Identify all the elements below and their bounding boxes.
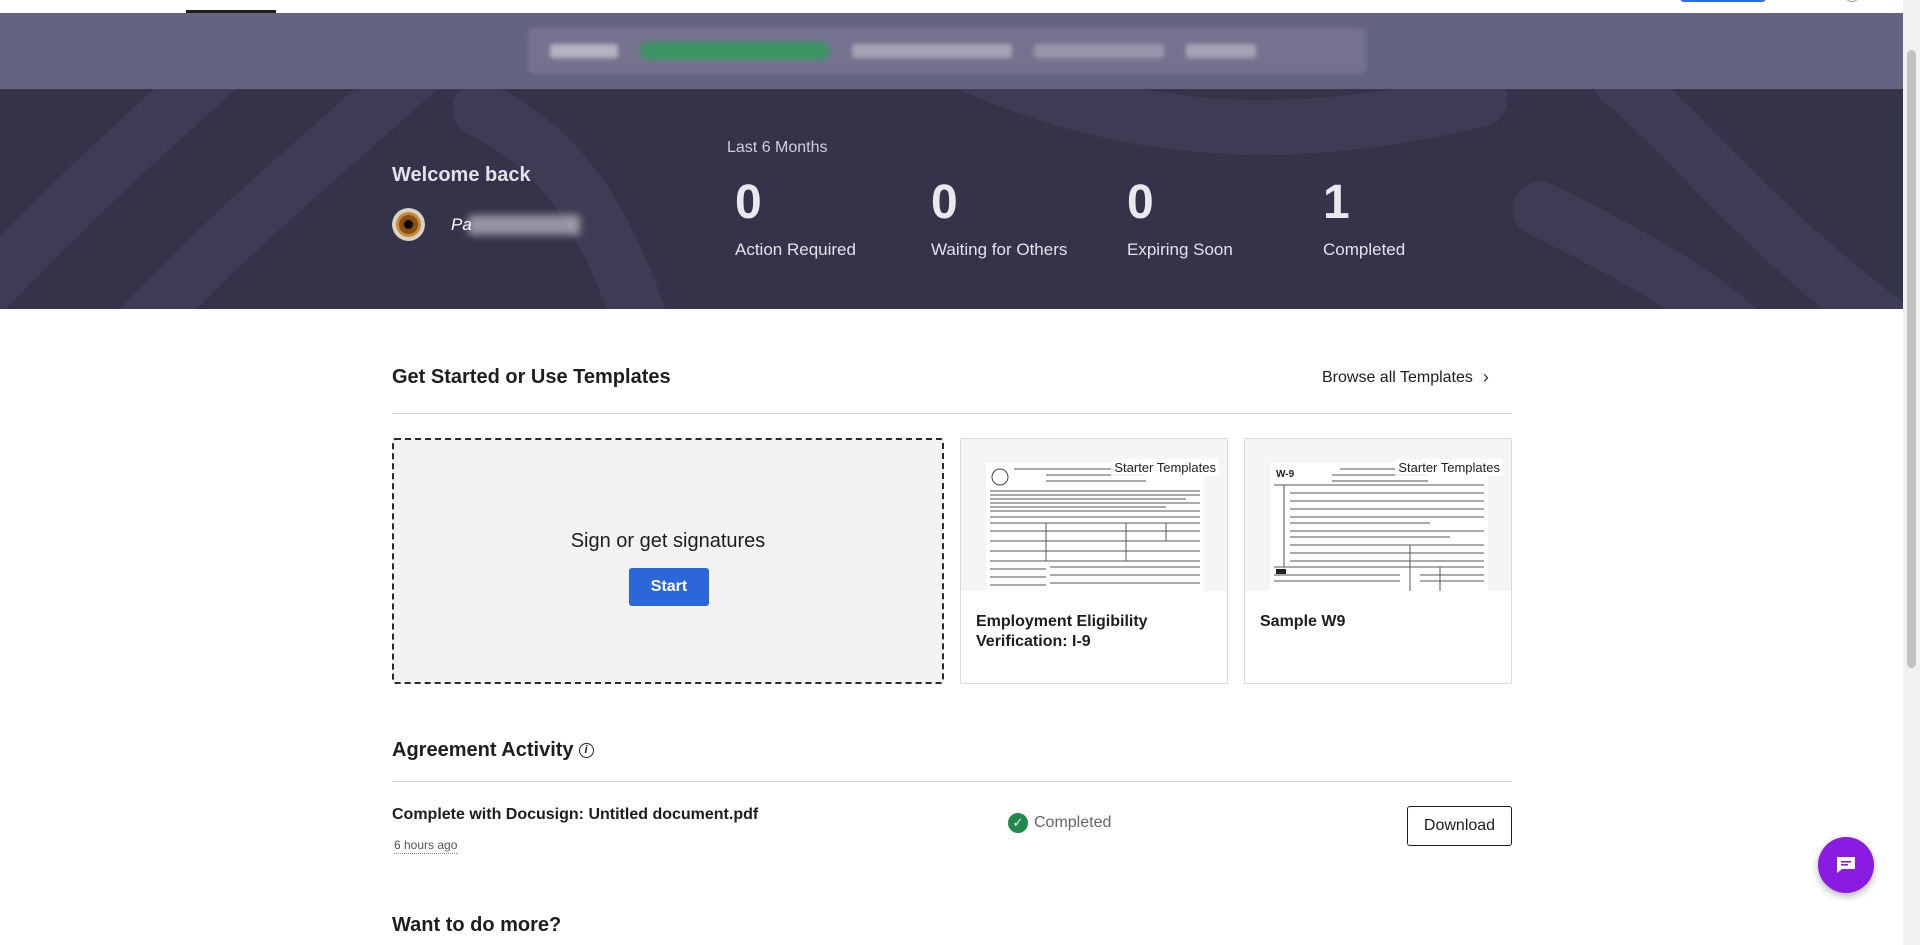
chat-button[interactable] [1818, 837, 1874, 893]
banner-link-blurred[interactable] [1186, 44, 1256, 58]
svg-text:W-9: W-9 [1276, 469, 1295, 480]
top-user-icon[interactable] [1846, 0, 1858, 2]
template-card-i9[interactable]: Starter Templates Employment Eligibility… [960, 438, 1228, 684]
stat-label: Action Required [735, 240, 856, 259]
stat-label: Expiring Soon [1127, 240, 1233, 259]
stats-period: Last 6 Months [727, 139, 828, 156]
page-scrollbar[interactable] [1903, 0, 1920, 945]
stat-value: 0 [931, 176, 958, 229]
browse-templates-link[interactable]: Browse all Templates › [1322, 367, 1489, 388]
status-badge: ✓ Completed [1008, 813, 1111, 833]
promo-banner [0, 13, 1903, 89]
activity-divider [392, 781, 1512, 782]
template-card-w9[interactable]: W-9 Starter Templates Sample W9 [1244, 438, 1512, 684]
promo-banner-content [528, 28, 1366, 74]
template-badge: Starter Templates [1395, 459, 1503, 476]
dropzone-title: Sign or get signatures [570, 530, 766, 552]
stat-expiring-soon[interactable]: 0 Expiring Soon [1127, 178, 1233, 260]
download-button[interactable]: Download [1407, 806, 1512, 846]
browse-templates-label: Browse all Templates [1322, 368, 1473, 386]
sign-dropzone[interactable]: Sign or get signatures Start [392, 438, 944, 684]
banner-text-blurred [1034, 44, 1164, 58]
templates-section-title: Get Started or Use Templates [392, 366, 671, 388]
stat-value: 1 [1323, 176, 1350, 229]
stat-label: Completed [1323, 240, 1406, 259]
start-button[interactable]: Start [629, 568, 709, 606]
template-badge: Starter Templates [1111, 459, 1219, 476]
stat-label: Waiting for Others [931, 240, 1068, 259]
chat-bubble-icon [1837, 857, 1855, 873]
top-primary-button[interactable] [1680, 0, 1766, 2]
stat-value: 0 [1127, 176, 1154, 229]
activity-section-title: Agreement Activity i [392, 739, 594, 762]
w9-document-preview: W-9 [1270, 463, 1488, 591]
avatar[interactable] [392, 208, 425, 241]
scrollbar-thumb[interactable] [1907, 50, 1916, 668]
templates-divider [392, 413, 1512, 414]
user-name-redacted [468, 215, 580, 235]
stat-value: 0 [735, 176, 762, 229]
info-icon[interactable]: i [578, 743, 594, 758]
stat-waiting-for-others[interactable]: 0 Waiting for Others [931, 178, 1067, 260]
template-name: Sample W9 [1260, 613, 1346, 630]
check-circle-icon: ✓ [1008, 813, 1028, 833]
agreement-name[interactable]: Complete with Docusign: Untitled documen… [392, 806, 758, 824]
chevron-right-icon: › [1482, 367, 1489, 387]
app-viewport: Welcome back Pa Last 6 Months 0 Action R… [0, 0, 1920, 945]
banner-progress-blurred [640, 42, 830, 60]
agreement-time: 6 hours ago [394, 838, 458, 854]
banner-text-blurred [550, 44, 618, 58]
welcome-heading: Welcome back [392, 164, 531, 186]
welcome-hero: Welcome back Pa Last 6 Months 0 Action R… [0, 89, 1903, 309]
banner-text-blurred [852, 44, 1012, 58]
status-label: Completed [1034, 814, 1112, 831]
stat-completed[interactable]: 1 Completed [1323, 178, 1405, 260]
i9-document-preview [986, 463, 1204, 591]
top-nav [0, 0, 1903, 13]
more-section-title: Want to do more? [392, 914, 562, 936]
template-name: Employment Eligibility Verification: I-9 [976, 613, 1148, 650]
stat-action-required[interactable]: 0 Action Required [735, 178, 856, 260]
activity-title-text: Agreement Activity [392, 739, 574, 761]
